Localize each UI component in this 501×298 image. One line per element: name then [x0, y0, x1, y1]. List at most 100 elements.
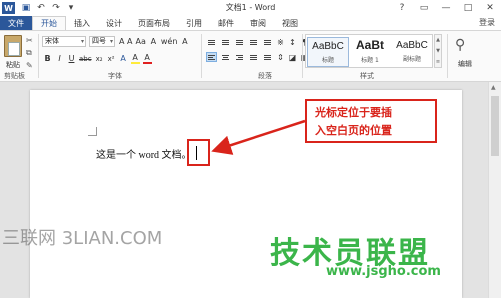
scrollbar-thumb[interactable]: [491, 96, 499, 156]
style-name: 标题: [321, 57, 334, 64]
cursor-highlight-box: [187, 139, 210, 166]
style-subtitle[interactable]: AaBbC 副标题: [391, 37, 433, 67]
tab-review[interactable]: 审阅: [242, 16, 274, 30]
maximize-icon[interactable]: □: [457, 0, 479, 16]
quick-access-toolbar: W ▣ ↶ ↷ ▾: [0, 0, 81, 16]
styles-group-label: 样式: [360, 72, 374, 80]
title-bar: W ▣ ↶ ↷ ▾ 文档1 - Word ? ▭ — □ ✕: [0, 0, 501, 16]
style-name: 副标题: [402, 56, 421, 63]
paragraph-row-1-buttons: ※ ↕ ¶: [206, 37, 309, 47]
multilevel-list-icon[interactable]: [234, 37, 245, 47]
justify-button[interactable]: [248, 52, 259, 62]
watermark-url: www.jsgho.com: [326, 264, 441, 279]
tab-page-layout[interactable]: 页面布局: [130, 16, 178, 30]
format-painter-icon[interactable]: ✎: [26, 61, 33, 70]
bullets-icon[interactable]: [206, 37, 217, 47]
font-name-combobox[interactable]: 宋体 ▾: [42, 36, 86, 47]
numbering-icon[interactable]: [220, 37, 231, 47]
group-divider: [201, 34, 202, 78]
group-divider: [447, 34, 448, 78]
annotation-callout: 光标定位于要插 入空白页的位置: [305, 99, 437, 143]
ribbon-tabs: 文件 开始 插入 设计 页面布局 引用 邮件 审阅 视图 登录: [0, 16, 501, 30]
tab-file[interactable]: 文件: [0, 16, 32, 30]
styles-gallery: AaBbC 标题 AaBt 标题 1 AaBbC 副标题: [305, 34, 433, 68]
phonetic-guide-icon[interactable]: wén: [161, 37, 178, 46]
document-text[interactable]: 这是一个 word 文档。: [96, 146, 192, 161]
enclose-characters-icon[interactable]: A: [180, 37, 189, 46]
watermark-left: 三联网 3LIAN.COM: [2, 228, 163, 249]
window-controls: ? ▭ — □ ✕: [391, 0, 501, 16]
tab-mailings[interactable]: 邮件: [210, 16, 242, 30]
word-logo: W: [2, 2, 15, 14]
clipboard-group-label: 剪贴板: [4, 72, 25, 80]
redo-icon[interactable]: ↷: [51, 2, 61, 14]
clear-formatting-icon[interactable]: A: [149, 37, 158, 46]
sign-in-link[interactable]: 登录: [479, 16, 495, 30]
ribbon-home: 粘贴 ✂ ⧉ ✎ 剪贴板 宋体 ▾ 四号 ▾ A A Aa A wén A B I …: [0, 30, 501, 82]
line-spacing-icon[interactable]: ⇕: [276, 53, 285, 62]
style-name: 标题 1: [361, 57, 379, 64]
sort-icon[interactable]: ↕: [288, 38, 297, 47]
paragraph-row-2-buttons: ⇕ ◪ ▦: [206, 52, 309, 62]
chinese-layout-icon[interactable]: ※: [276, 38, 285, 47]
help-icon[interactable]: ?: [391, 0, 413, 16]
style-preview: AaBbC: [312, 41, 344, 52]
grow-shrink-font-icon[interactable]: A A: [119, 37, 133, 46]
chevron-down-icon: ▾: [109, 38, 113, 45]
align-left-button[interactable]: [206, 52, 217, 62]
text-effects-icon[interactable]: A: [119, 54, 128, 63]
copy-icon[interactable]: ⧉: [26, 48, 33, 58]
close-icon[interactable]: ✕: [479, 0, 501, 16]
customize-toolbar-icon[interactable]: ▾: [66, 2, 76, 14]
decrease-indent-icon[interactable]: [248, 37, 259, 47]
change-case-icon[interactable]: Aa: [136, 37, 146, 46]
style-preview: AaBbC: [396, 40, 428, 51]
bold-button[interactable]: B: [43, 54, 52, 63]
font-name-value: 宋体: [45, 37, 59, 45]
style-title[interactable]: AaBbC 标题: [307, 37, 349, 67]
subscript-button[interactable]: x₂: [95, 55, 104, 63]
italic-button[interactable]: I: [55, 54, 64, 63]
minimize-icon[interactable]: —: [435, 0, 457, 16]
highlight-color-icon[interactable]: A: [130, 53, 140, 64]
tab-view[interactable]: 视图: [274, 16, 306, 30]
margin-corner-mark: [88, 127, 97, 136]
font-color-icon[interactable]: A: [142, 53, 152, 64]
style-heading-1[interactable]: AaBt 标题 1: [349, 37, 391, 67]
font-size-value: 四号: [92, 37, 106, 45]
style-preview: AaBt: [355, 38, 384, 52]
shading-icon[interactable]: ◪: [288, 53, 297, 62]
chevron-up-icon[interactable]: ▲: [491, 84, 496, 91]
tab-design[interactable]: 设计: [98, 16, 130, 30]
more-styles-icon[interactable]: ≡: [436, 59, 440, 65]
superscript-button[interactable]: x²: [107, 55, 116, 63]
group-divider: [302, 34, 303, 78]
paste-button-label[interactable]: 粘贴: [6, 60, 20, 70]
editing-button-label[interactable]: 编辑: [458, 59, 472, 69]
cut-icon[interactable]: ✂: [26, 36, 33, 45]
callout-line-2: 入空白页的位置: [315, 124, 392, 137]
font-row-2-buttons: B I U abc x₂ x² A A A: [43, 53, 152, 64]
save-icon[interactable]: ▣: [21, 2, 31, 14]
ribbon-display-icon[interactable]: ▭: [413, 0, 435, 16]
increase-indent-icon[interactable]: [262, 37, 273, 47]
font-group-label: 字体: [108, 72, 122, 80]
styles-scroll[interactable]: ▲ ▼ ≡: [434, 34, 442, 68]
undo-icon[interactable]: ↶: [36, 2, 46, 14]
distributed-button[interactable]: [262, 52, 273, 62]
align-center-button[interactable]: [220, 52, 231, 62]
paste-icon[interactable]: [4, 35, 22, 57]
strikethrough-button[interactable]: abc: [79, 55, 92, 63]
font-size-combobox[interactable]: 四号 ▾: [89, 36, 115, 47]
underline-button[interactable]: U: [67, 54, 76, 63]
chevron-down-icon: ▾: [80, 38, 84, 45]
tab-home[interactable]: 开始: [32, 16, 66, 30]
align-right-button[interactable]: [234, 52, 245, 62]
tab-references[interactable]: 引用: [178, 16, 210, 30]
font-row-1-buttons: A A Aa A wén A: [119, 37, 189, 46]
chevron-up-icon[interactable]: ▲: [436, 37, 440, 43]
chevron-down-icon[interactable]: ▼: [436, 48, 440, 54]
binoculars-icon[interactable]: ⚲: [455, 37, 465, 53]
tab-insert[interactable]: 插入: [66, 16, 98, 30]
paragraph-group-label: 段落: [258, 72, 272, 80]
